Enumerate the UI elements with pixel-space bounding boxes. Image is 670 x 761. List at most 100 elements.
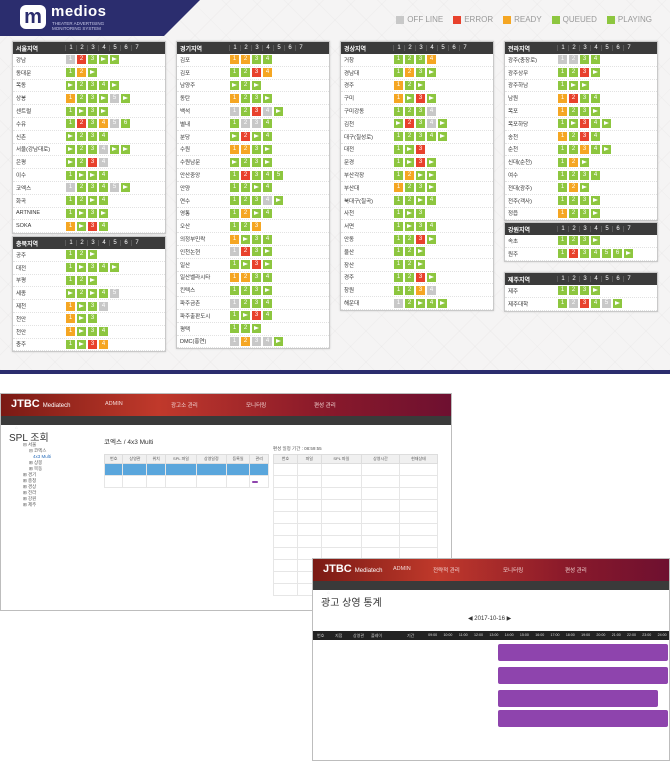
queued-screen-status[interactable]: 3 [580,170,589,180]
queued-screen-status[interactable]: 2 [77,275,86,285]
theater-row[interactable]: 의정부민락 1 3 4 [177,233,329,246]
queued-screen-status[interactable]: 1 [558,80,567,90]
queued-screen-status[interactable]: 3 [88,301,97,311]
theater-row[interactable]: 센트럴 1 3 [13,105,165,118]
theater-row[interactable]: 부산각장 1 2 [341,169,493,182]
theater-row[interactable]: 영통 1 2 4 [177,208,329,221]
queued-screen-status[interactable]: 2 [241,285,250,295]
playing-icon[interactable] [77,327,86,337]
theater-row[interactable]: 제주 1 2 3 [505,285,657,298]
queued-screen-status[interactable]: 3 [88,183,97,193]
playing-icon[interactable] [99,93,108,103]
queued-screen-status[interactable]: 3 [252,55,261,65]
queued-screen-status[interactable]: 2 [241,298,250,308]
playing-icon[interactable] [438,119,447,129]
playing-icon[interactable] [99,106,108,116]
nav-admin[interactable]: ADMIN [393,566,411,572]
playing-icon[interactable] [427,183,436,193]
queued-screen-status[interactable]: 3 [252,272,261,282]
table-row[interactable] [273,523,439,536]
queued-screen-status[interactable]: 1 [230,324,239,334]
offline-screen-status[interactable]: 1 [394,298,403,308]
edit-button[interactable] [252,481,259,483]
ready-screen-status[interactable]: 2 [405,68,414,78]
queued-screen-status[interactable]: 4 [591,249,600,259]
queued-screen-status[interactable]: 3 [580,196,589,206]
playing-icon[interactable] [416,298,425,308]
queued-screen-status[interactable]: 4 [263,272,272,282]
queued-screen-status[interactable]: 4 [263,132,272,142]
playing-icon[interactable] [427,157,436,167]
theater-row[interactable]: 여수 1 2 3 4 [505,169,657,182]
theater-row[interactable]: 구미강동 1 2 3 4 [341,105,493,118]
queued-screen-status[interactable]: 2 [569,106,578,116]
queued-screen-status[interactable]: 2 [569,68,578,78]
queued-screen-status[interactable]: 1 [394,68,403,78]
queued-screen-status[interactable]: 3 [88,119,97,129]
ready-screen-status[interactable]: 1 [66,327,75,337]
column-header[interactable]: 상영관 [122,454,148,464]
queued-screen-status[interactable]: 4 [591,132,600,142]
offline-screen-status[interactable]: 4 [427,285,436,295]
table-row[interactable] [273,499,439,512]
queued-screen-status[interactable]: 2 [77,183,86,193]
queued-screen-status[interactable]: 4 [427,196,436,206]
theater-row[interactable]: 순천 1 2 3 4 [505,144,657,157]
playing-icon[interactable] [230,157,239,167]
queued-screen-status[interactable]: 4 [591,119,600,129]
ready-screen-status[interactable]: 1 [394,183,403,193]
theater-row[interactable]: 남양주 2 [177,80,329,93]
column-header[interactable]: 번호 [273,454,298,464]
queued-screen-status[interactable]: 1 [394,157,403,167]
queued-screen-status[interactable]: 1 [66,275,75,285]
theater-row[interactable]: 일산 1 3 [177,259,329,272]
column-header[interactable]: 상영일정 [196,454,227,464]
playing-icon[interactable] [427,170,436,180]
nav-schedule[interactable]: 편성 관리 [565,566,587,574]
ready-screen-status[interactable]: 1 [230,93,239,103]
queued-screen-status[interactable]: 3 [580,55,589,65]
ready-screen-status[interactable]: 1 [230,144,239,154]
error-screen-status[interactable]: 3 [416,272,425,282]
queued-screen-status[interactable]: 3 [580,236,589,246]
queued-screen-status[interactable]: 2 [77,288,86,298]
playing-icon[interactable] [274,196,283,206]
playing-icon[interactable] [405,208,414,218]
theater-row[interactable]: 평택 1 2 [177,323,329,336]
column-header[interactable]: SPL 파일 [164,454,198,464]
queued-screen-status[interactable]: 4 [263,119,272,129]
queued-screen-status[interactable]: 3 [252,285,261,295]
schedule-bar[interactable] [498,644,668,661]
theater-row[interactable]: 부산대 1 2 3 [341,182,493,195]
schedule-bar[interactable] [498,690,658,707]
queued-screen-status[interactable]: 4 [263,311,272,321]
playing-icon[interactable] [88,275,97,285]
playing-icon[interactable] [416,196,425,206]
playing-icon[interactable] [569,80,578,90]
queued-screen-status[interactable]: 4 [99,263,108,273]
queued-screen-status[interactable]: 2 [569,208,578,218]
nav-monitoring[interactable]: 모니터링 [246,401,266,409]
queued-screen-status[interactable]: 4 [427,132,436,142]
ready-screen-status[interactable]: 2 [569,157,578,167]
queued-screen-status[interactable]: 1 [558,119,567,129]
theater-row[interactable]: 인천논현 1 2 3 [177,246,329,259]
app-brand[interactable]: JTBC Mediatech [11,398,70,410]
queued-screen-status[interactable]: 1 [394,234,403,244]
queued-screen-status[interactable]: 3 [252,144,261,154]
playing-icon[interactable] [416,260,425,270]
theater-row[interactable]: 동대문 1 2 [13,67,165,80]
theater-row[interactable]: 제천 1 3 4 [13,300,165,313]
offline-screen-status[interactable]: 4 [263,336,272,346]
ready-screen-status[interactable]: 3 [580,144,589,154]
queued-screen-status[interactable]: 1 [558,286,567,296]
ready-screen-status[interactable]: 4 [99,119,108,129]
theater-row[interactable]: 별내 1 2 3 4 [177,118,329,131]
queued-screen-status[interactable]: 2 [77,250,86,260]
queued-screen-status[interactable]: 4 [427,298,436,308]
queued-screen-status[interactable]: 3 [416,55,425,65]
queued-screen-status[interactable]: 2 [405,285,414,295]
playing-icon[interactable] [263,157,272,167]
playing-icon[interactable] [88,250,97,260]
queued-screen-status[interactable]: 2 [569,196,578,206]
